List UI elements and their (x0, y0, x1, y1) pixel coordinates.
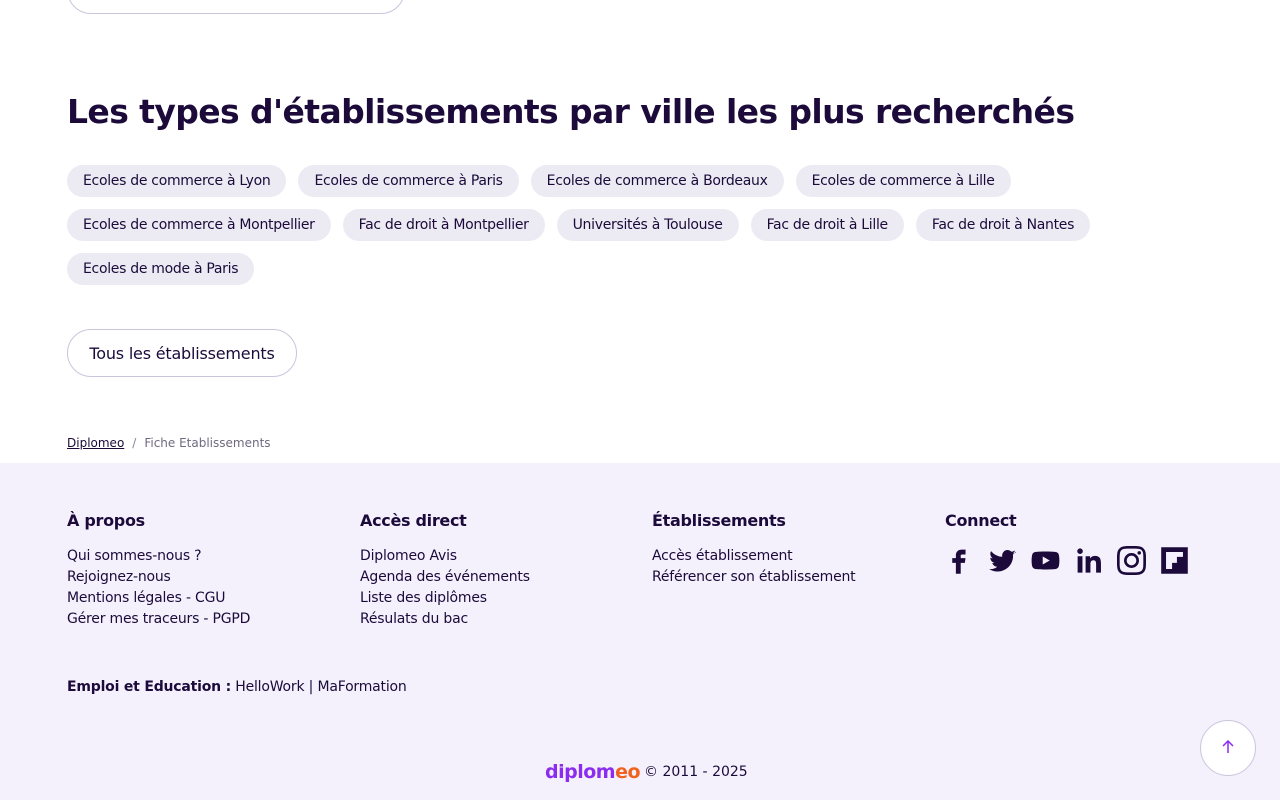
copyright-text: © 2011 - 2025 (644, 764, 748, 780)
diplomeo-logo[interactable]: diplomeo (545, 761, 641, 783)
breadcrumb: Diplomeo / Fiche Etablissements (67, 436, 271, 450)
flipboard-icon[interactable] (1160, 546, 1189, 575)
footer-link-referencer[interactable]: Référencer son établissement (652, 567, 856, 588)
footer-etablissements-column: Établissements Accès établissement Référ… (652, 511, 856, 588)
chip-mode-paris[interactable]: Ecoles de mode à Paris (67, 253, 255, 285)
footer-connect-column: Connect (945, 511, 1189, 575)
footer-link-traceurs-pgpd[interactable]: Gérer mes traceurs - PGPD (67, 609, 250, 630)
chip-commerce-lille[interactable]: Ecoles de commerce à Lille (795, 165, 1011, 197)
arrow-up-icon (1221, 739, 1235, 758)
footer-connect-title: Connect (945, 511, 1017, 530)
footer-about-column: À propos Qui sommes-nous ? Rejoignez-nou… (67, 511, 250, 630)
footer-about-title: À propos (67, 511, 145, 530)
chip-row-3: Ecoles de mode à Paris (67, 253, 1117, 285)
social-links (945, 546, 1189, 575)
chip-universites-toulouse[interactable]: Universités à Toulouse (556, 209, 739, 241)
footer-link-agenda[interactable]: Agenda des événements (360, 567, 530, 588)
footer-direct-title: Accès direct (360, 511, 467, 530)
footer-link-qui-sommes-nous[interactable]: Qui sommes-nous ? (67, 546, 250, 567)
chip-row-2: Ecoles de commerce à Montpellier Fac de … (67, 209, 1117, 241)
footer: À propos Qui sommes-nous ? Rejoignez-nou… (0, 463, 1280, 800)
section-title: Les types d'établissements par ville les… (67, 92, 1075, 131)
city-type-chips: Ecoles de commerce à Lyon Ecoles de comm… (67, 165, 1117, 297)
footer-link-rejoignez-nous[interactable]: Rejoignez-nous (67, 567, 250, 588)
all-establishments-button[interactable]: Tous les établissements (67, 329, 297, 377)
footer-etablissements-title: Établissements (652, 511, 786, 530)
footer-link-bac[interactable]: Résulats du bac (360, 609, 530, 630)
footer-link-avis[interactable]: Diplomeo Avis (360, 546, 530, 567)
chip-droit-montpellier[interactable]: Fac de droit à Montpellier (342, 209, 545, 241)
chip-commerce-paris[interactable]: Ecoles de commerce à Paris (298, 165, 519, 197)
linkedin-icon[interactable] (1074, 546, 1103, 575)
facebook-icon[interactable] (945, 546, 974, 575)
twitter-icon[interactable] (988, 546, 1017, 575)
breadcrumb-current: Fiche Etablissements (144, 436, 271, 450)
chip-commerce-bordeaux[interactable]: Ecoles de commerce à Bordeaux (530, 165, 784, 197)
footer-direct-column: Accès direct Diplomeo Avis Agenda des év… (360, 511, 530, 630)
breadcrumb-separator: / (132, 436, 137, 450)
chip-commerce-montpellier[interactable]: Ecoles de commerce à Montpellier (67, 209, 331, 241)
scroll-to-top-button[interactable] (1200, 720, 1256, 776)
chip-row-1: Ecoles de commerce à Lyon Ecoles de comm… (67, 165, 1117, 197)
maformation-link[interactable]: MaFormation (317, 679, 406, 695)
chip-droit-nantes[interactable]: Fac de droit à Nantes (915, 209, 1091, 241)
hellowork-link[interactable]: HelloWork (235, 679, 304, 695)
footer-link-mentions-cgu[interactable]: Mentions légales - CGU (67, 588, 250, 609)
emploi-label: Emploi et Education : (67, 679, 231, 695)
instagram-icon[interactable] (1117, 546, 1146, 575)
previous-section-button[interactable] (67, 0, 405, 14)
chip-droit-lille[interactable]: Fac de droit à Lille (750, 209, 904, 241)
emploi-separator: | (308, 679, 314, 695)
copyright: diplomeo © 2011 - 2025 (545, 761, 748, 783)
chip-commerce-lyon[interactable]: Ecoles de commerce à Lyon (67, 165, 287, 197)
youtube-icon[interactable] (1031, 546, 1060, 575)
breadcrumb-home-link[interactable]: Diplomeo (67, 436, 124, 450)
footer-link-acces-etablissement[interactable]: Accès établissement (652, 546, 855, 567)
footer-link-diplomes[interactable]: Liste des diplômes (360, 588, 530, 609)
emploi-education: Emploi et Education : HelloWork | MaForm… (67, 679, 407, 695)
